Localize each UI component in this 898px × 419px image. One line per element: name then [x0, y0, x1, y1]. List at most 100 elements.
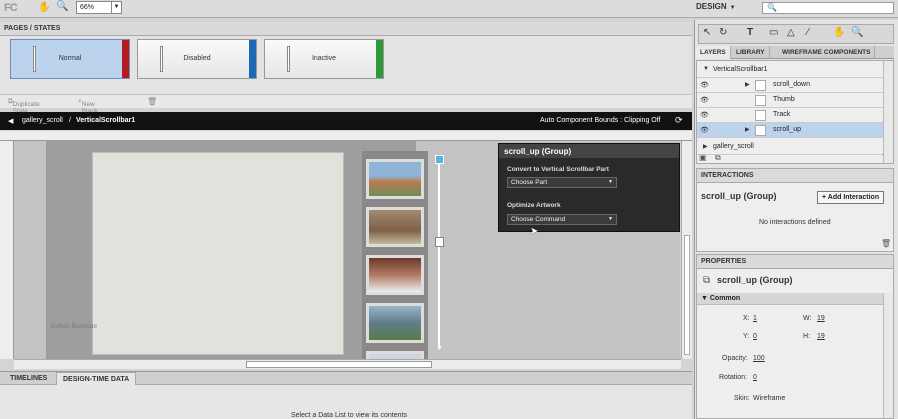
layers-scrollbar[interactable]	[883, 61, 893, 163]
tab-design-time-data[interactable]: DESIGN-TIME DATA	[56, 372, 137, 385]
breadcrumb-separator: /	[69, 117, 71, 124]
state-thumbnail	[160, 46, 163, 72]
rotation-value[interactable]: 0	[753, 374, 757, 381]
choose-part-dropdown[interactable]: Choose Part ▼	[507, 177, 617, 188]
chevron-right-icon[interactable]: ▶	[703, 143, 708, 150]
layer-thumbnail	[755, 125, 766, 136]
layers-panel: ▼ VerticalScrollbar1 👁 ▶ scroll_down 👁 T…	[696, 60, 894, 164]
h-label: H:	[803, 333, 810, 340]
skin-value[interactable]: Wireframe	[753, 395, 785, 402]
chevron-down-icon: ▼	[608, 179, 613, 185]
breadcrumb-root[interactable]: gallery_scroll	[22, 117, 63, 124]
layer-group-row[interactable]: ▶ gallery_scroll	[697, 140, 883, 155]
eye-icon[interactable]: 👁	[700, 111, 709, 119]
y-value[interactable]: 0	[753, 333, 757, 340]
layer-row-selected[interactable]: 👁 ▶ scroll_up	[697, 123, 883, 138]
state-color-bar	[376, 40, 383, 78]
state-label: Inactive	[311, 55, 337, 62]
thumbnail-image[interactable]	[366, 207, 424, 247]
layer-row[interactable]: 👁 Thumb	[697, 93, 883, 108]
new-blank-state-button[interactable]: + New Blank State	[78, 98, 98, 122]
chevron-right-icon[interactable]: ▶	[745, 126, 750, 133]
add-interaction-button[interactable]: + Add Interaction	[817, 191, 885, 204]
scroll-down-arrow-icon[interactable]: ▼	[436, 345, 443, 352]
magnifier-icon[interactable]: 🔍	[56, 1, 68, 12]
group-icon: ⧉	[703, 275, 711, 286]
layer-row[interactable]: 👁 ▶ scroll_down	[697, 78, 883, 93]
state-normal[interactable]: Normal	[10, 39, 130, 79]
vertical-ruler	[0, 141, 14, 359]
horizontal-ruler	[0, 131, 692, 141]
layer-row[interactable]: 👁 Track	[697, 108, 883, 123]
thumbnail-image[interactable]	[366, 159, 424, 199]
chevron-right-icon[interactable]: ▶	[745, 81, 750, 88]
layer-group-row[interactable]: ▼ VerticalScrollbar1	[697, 63, 883, 78]
height-value[interactable]: 19	[817, 333, 825, 340]
line-tool-icon[interactable]: ∕	[807, 27, 809, 38]
tab-wireframe-components[interactable]: WIREFRAME COMPONENTS	[778, 46, 876, 59]
hud-title: scroll_up (Group)	[499, 144, 679, 158]
opacity-value[interactable]: 100	[753, 355, 765, 362]
scrollbar-thumb[interactable]	[246, 361, 432, 368]
layer-name: VerticalScrollbar1	[713, 66, 768, 73]
y-label: Y:	[743, 333, 750, 340]
state-disabled[interactable]: Disabled	[137, 39, 257, 79]
trash-icon[interactable]: 🗑	[881, 239, 891, 248]
state-inactive[interactable]: Inactive	[264, 39, 384, 79]
layer-name: gallery_scroll	[713, 143, 754, 150]
magnifier-icon[interactable]: 🔍	[851, 27, 863, 38]
choose-part-value: Choose Part	[511, 179, 548, 186]
trash-icon[interactable]: 🗑	[147, 97, 157, 106]
scrollbar-thumb[interactable]	[684, 235, 690, 355]
layer-name: Track	[773, 111, 791, 118]
new-layer-icon[interactable]: ▣	[699, 153, 707, 162]
thumbnail-image[interactable]	[366, 351, 424, 359]
layer-name: scroll_up	[773, 126, 802, 133]
back-arrow-icon[interactable]: ◀	[8, 117, 13, 125]
rectangle-tool-icon[interactable]: ▭	[769, 27, 778, 38]
canvas-vertical-scrollbar[interactable]	[681, 141, 692, 359]
refresh-icon[interactable]: ⟳	[675, 115, 683, 126]
scroll-up-button[interactable]	[435, 155, 444, 164]
interactions-header: INTERACTIONS	[697, 169, 893, 183]
properties-header: PROPERTIES	[697, 255, 893, 269]
state-color-bar	[122, 40, 129, 78]
width-value[interactable]: 19	[817, 315, 825, 322]
main-image-pane[interactable]	[92, 152, 344, 355]
thumbnail-image[interactable]	[366, 303, 424, 343]
common-section-header[interactable]: ▼ Common	[697, 293, 893, 305]
hand-icon[interactable]: ✋	[38, 2, 50, 13]
text-tool-icon[interactable]: T	[747, 27, 753, 38]
tab-library[interactable]: LIBRARY	[732, 46, 770, 59]
select-arrow-icon[interactable]: ↖	[703, 27, 711, 38]
zoom-dropdown[interactable]: 66% ▼	[76, 1, 122, 14]
rotate-icon[interactable]: ↻	[719, 27, 727, 38]
workspace-mode-dropdown[interactable]: DESIGN ▼	[696, 2, 752, 14]
properties-scrollbar[interactable]	[883, 293, 893, 418]
tab-layers[interactable]: LAYERS	[696, 46, 731, 59]
duplicate-state-button[interactable]: ⧉ Duplicate State	[8, 98, 40, 115]
state-thumbnail	[33, 46, 36, 72]
rotation-label: Rotation:	[719, 374, 748, 381]
convert-label: Convert to Vertical Scrollbar Part	[507, 166, 609, 173]
eye-icon[interactable]: 👁	[700, 81, 709, 89]
data-list-message: Select a Data List to view its contents	[291, 412, 407, 419]
bottom-tabs: TIMELINES DESIGN-TIME DATA	[0, 372, 692, 385]
chevron-down-icon[interactable]: ▼	[703, 66, 709, 72]
search-input[interactable]: 🔍	[762, 2, 894, 14]
workspace-mode-label: DESIGN	[696, 2, 727, 11]
choose-command-dropdown[interactable]: Choose Command ▼	[507, 214, 617, 225]
vertical-scrollbar-component[interactable]: ▼	[435, 155, 444, 355]
shape-tool-icon[interactable]: △	[787, 27, 795, 38]
x-value[interactable]: 1	[753, 315, 757, 322]
eye-icon[interactable]: 👁	[700, 126, 709, 134]
canvas-horizontal-scrollbar[interactable]	[14, 359, 681, 369]
duplicate-layer-icon[interactable]: ⧉	[715, 153, 721, 163]
thumbnail-image[interactable]	[366, 255, 424, 295]
eye-icon[interactable]: 👁	[700, 96, 709, 104]
state-actions-bar: ⧉ Duplicate State + New Blank State 🗑	[0, 94, 692, 122]
bounds-status[interactable]: Auto Component Bounds : Clipping Off	[540, 117, 661, 124]
hand-icon[interactable]: ✋	[833, 27, 845, 38]
scrollbar-thumb[interactable]	[435, 237, 444, 247]
tab-timelines[interactable]: TIMELINES	[4, 372, 53, 385]
